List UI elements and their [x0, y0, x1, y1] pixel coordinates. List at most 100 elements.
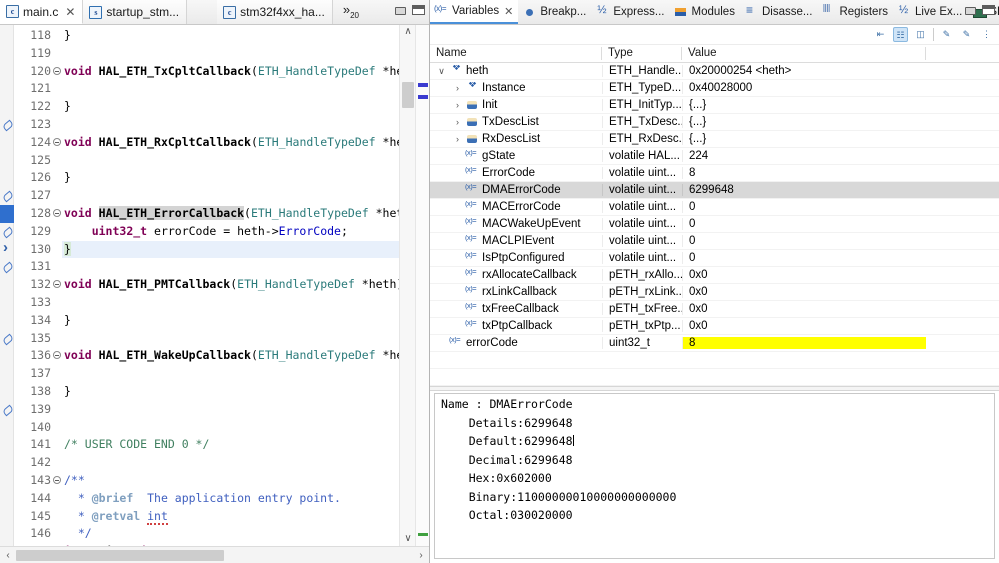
fold-collapse-icon[interactable] — [52, 347, 62, 365]
expand-twisty-icon[interactable]: › — [452, 134, 463, 144]
view-menu-icon[interactable]: ⋮ — [979, 27, 994, 42]
editor-vertical-scrollbar[interactable]: ∧ ∨ — [399, 25, 415, 546]
variable-row[interactable]: ∨ heth ETH_Handle...0x20000254 <heth> — [430, 63, 999, 80]
variable-row[interactable]: txFreeCallback pETH_txFree...0x0 — [430, 301, 999, 318]
tab-variables[interactable]: Variables ✕ — [430, 0, 519, 24]
variable-value-cell[interactable]: 0x0 — [682, 320, 926, 332]
variable-value-cell[interactable]: 224 — [682, 150, 926, 162]
code-line[interactable] — [62, 152, 399, 170]
editor-tab-overflow-button[interactable]: » 20 — [333, 0, 365, 24]
variable-value-cell[interactable]: 0x0 — [682, 303, 926, 315]
variable-name-cell[interactable]: › TxDescList — [430, 116, 602, 128]
variable-name-cell[interactable]: txFreeCallback — [430, 303, 602, 315]
fold-collapse-icon[interactable] — [52, 134, 62, 152]
breakpoint-marker-icon[interactable] — [2, 226, 13, 237]
collapse-all-icon[interactable]: ⇤ — [873, 27, 888, 42]
maximize-icon[interactable] — [982, 4, 995, 16]
code-line[interactable]: void HAL_ETH_PMTCallback(ETH_HandleTypeD… — [62, 276, 399, 294]
tab-modules[interactable]: Modules — [669, 0, 739, 24]
variable-name-cell[interactable]: DMAErrorCode — [430, 184, 602, 196]
tab-live-ex[interactable]: Live Ex... — [893, 0, 967, 24]
editor-marker-ruler[interactable] — [0, 25, 14, 546]
variable-name-cell[interactable]: gState — [430, 150, 602, 162]
variable-row[interactable]: › RxDescList ETH_RxDesc... {...} — [430, 131, 999, 148]
variable-row[interactable]: rxAllocateCallback pETH_rxAllo...0x0 — [430, 267, 999, 284]
minimize-icon[interactable] — [964, 4, 977, 16]
variable-row[interactable]: gState volatile HAL...224 — [430, 148, 999, 165]
variable-row[interactable]: MACWakeUpEvent volatile uint...0 — [430, 216, 999, 233]
column-header-value[interactable]: Value — [682, 45, 926, 62]
variable-value-cell[interactable]: {...} — [682, 99, 926, 111]
variable-value-cell[interactable]: 0 — [682, 218, 926, 230]
code-line[interactable]: void HAL_ETH_RxCpltCallback(ETH_HandleTy… — [62, 134, 399, 152]
variable-name-cell[interactable]: ErrorCode — [430, 167, 602, 179]
variable-name-cell[interactable]: rxLinkCallback — [430, 286, 602, 298]
code-line[interactable]: /** — [62, 472, 399, 490]
variable-value-cell[interactable]: {...} — [682, 133, 926, 145]
editor-code-area[interactable]: } void HAL_ETH_TxCpltCallback(ETH_Handle… — [62, 25, 399, 546]
close-icon[interactable]: ✕ — [504, 5, 513, 18]
expand-twisty-icon[interactable]: › — [452, 117, 463, 127]
variable-value-cell[interactable]: 0x0 — [682, 286, 926, 298]
code-line[interactable] — [62, 80, 399, 98]
show-logical-structure-icon[interactable]: ◫ — [913, 27, 928, 42]
code-line[interactable] — [62, 258, 399, 276]
code-line[interactable]: uint32_t errorCode = heth->ErrorCode; — [62, 223, 399, 241]
scroll-up-icon[interactable]: ∧ — [400, 25, 416, 39]
tab-breakp[interactable]: Breakp... — [518, 0, 591, 24]
code-line[interactable] — [62, 45, 399, 63]
maximize-icon[interactable] — [412, 4, 425, 16]
code-line[interactable]: * @brief The application entry point. — [62, 490, 399, 508]
breakpoint-marker-icon[interactable] — [2, 119, 13, 130]
code-line[interactable]: } — [62, 98, 399, 116]
overview-marker[interactable] — [418, 83, 428, 87]
code-line[interactable] — [62, 116, 399, 134]
breakpoint-marker-icon[interactable] — [2, 404, 13, 415]
variable-name-cell[interactable]: MACLPIEvent — [430, 235, 602, 247]
column-header-name[interactable]: Name — [430, 45, 602, 62]
fold-collapse-icon[interactable] — [52, 205, 62, 223]
editor-tab-stm32f4xx-ha[interactable]: c stm32f4xx_ha... — [217, 0, 333, 24]
variable-name-cell[interactable]: › Init — [430, 99, 602, 111]
variable-name-cell[interactable]: MACWakeUpEvent — [430, 218, 602, 230]
scroll-right-icon[interactable]: › — [413, 550, 429, 561]
code-line[interactable] — [62, 401, 399, 419]
variable-row[interactable]: › Instance ETH_TypeD...0x40028000 — [430, 80, 999, 97]
breakpoint-marker-icon[interactable] — [2, 333, 13, 344]
variable-value-cell[interactable]: 0 — [682, 201, 926, 213]
variable-value-cell[interactable]: 0 — [682, 235, 926, 247]
fold-collapse-icon[interactable] — [52, 63, 62, 81]
code-line[interactable] — [62, 330, 399, 348]
expand-twisty-icon[interactable]: › — [452, 83, 463, 93]
code-line[interactable]: void HAL_ETH_TxCpltCallback(ETH_HandleTy… — [62, 63, 399, 81]
code-line[interactable] — [62, 294, 399, 312]
variable-row[interactable]: rxLinkCallback pETH_rxLink...0x0 — [430, 284, 999, 301]
variable-value-cell[interactable]: 0x40028000 — [682, 82, 926, 94]
variable-value-cell[interactable]: {...} — [682, 116, 926, 128]
horizontal-scroll-thumb[interactable] — [16, 549, 224, 561]
scroll-down-icon[interactable]: ∨ — [400, 532, 416, 546]
show-type-names-icon[interactable]: ☷ — [893, 27, 908, 42]
editor-folding-ruler[interactable] — [52, 25, 62, 546]
variable-row[interactable]: errorCode uint32_t8 — [430, 335, 999, 352]
variable-row[interactable]: ErrorCode volatile uint...8 — [430, 165, 999, 182]
selected-marker[interactable] — [0, 205, 14, 223]
variable-name-cell[interactable]: IsPtpConfigured — [430, 252, 602, 264]
code-line[interactable] — [62, 365, 399, 383]
close-icon[interactable]: ✕ — [65, 6, 75, 18]
editor-tab-main-c[interactable]: c main.c ✕ — [0, 0, 84, 24]
variable-value-cell[interactable]: 0x0 — [682, 269, 926, 281]
fold-collapse-icon[interactable] — [52, 276, 62, 294]
variable-row[interactable]: › TxDescList ETH_TxDesc... {...} — [430, 114, 999, 131]
editor-horizontal-scrollbar[interactable]: ‹ › — [0, 546, 429, 563]
code-line[interactable] — [62, 187, 399, 205]
editor-overview-ruler[interactable] — [415, 25, 429, 546]
scroll-left-icon[interactable]: ‹ — [0, 550, 16, 561]
tab-express[interactable]: Express... — [591, 0, 669, 24]
variable-row[interactable]: MACErrorCode volatile uint...0 — [430, 199, 999, 216]
code-line[interactable]: } — [62, 169, 399, 187]
variable-value-cell[interactable]: 6299648 — [682, 184, 926, 196]
code-line[interactable]: } — [62, 27, 399, 45]
variable-name-cell[interactable]: ∨ heth — [430, 65, 602, 77]
breakpoint-marker-icon[interactable] — [2, 261, 13, 272]
